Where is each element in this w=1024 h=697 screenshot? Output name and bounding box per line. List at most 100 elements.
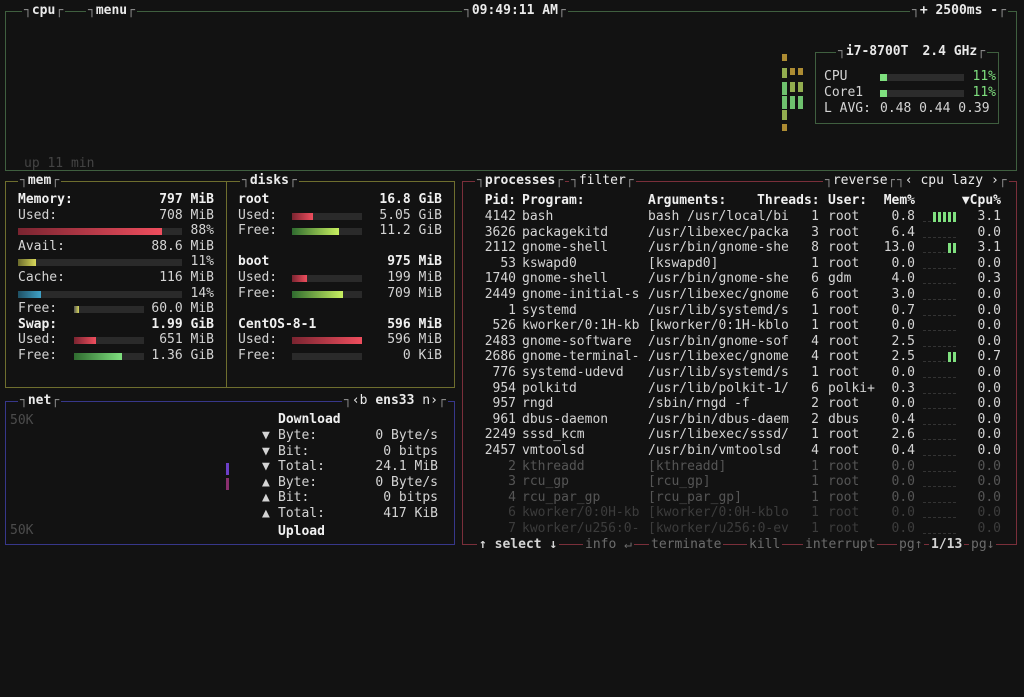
process-row[interactable]: 2686 gnome-terminal- /usr/libexec/gnome 4 ro… [463,349,1018,365]
disk-used-bar-fill [292,275,307,282]
process-row[interactable]: 2 kthreadd [kthreadd] 1 root 0.0 0.0 [463,459,1018,475]
process-cpu-graph-cell [938,252,941,254]
process-cpu-graph-cell [948,501,951,503]
cpu-history-cell [782,110,787,120]
process-row[interactable]: 2112 gnome-shell/usr/bin/gnome-she 8 root 13… [463,240,1018,256]
net-panel-title[interactable]: ┐net┌ [18,394,62,408]
header-arguments[interactable]: Arguments: [648,193,726,209]
interface-next-button[interactable]: n› [422,393,438,408]
info-button[interactable]: info ↵ [583,537,634,553]
process-cpu: 0.0 [977,287,1001,302]
cpu-panel-title[interactable]: ┐cpu┌ [22,4,66,18]
interface-prev-button[interactable]: ‹b [352,393,368,408]
update-interval[interactable]: ┐+ 2500ms -┌ [910,4,1008,18]
process-row[interactable]: 4142 bash bash /usr/local/bi 1 root 0.8 3.1 [463,209,1018,225]
process-cpu-graph-cell [943,236,946,238]
process-row[interactable]: 1740 gnome-shell/usr/bin/gnome-she 6 gdm 4.0… [463,271,1018,287]
process-cpu-graph-cell [923,470,926,472]
process-mem: 2.6 [891,427,915,443]
cpu-info-box: ┐i7-8700T 2.4 GHz┌ CPU 11% Core1 11% L AV… [815,45,999,124]
cpu-history-cell [782,124,787,131]
process-row[interactable]: 2483 gnome-software/usr/bin/gnome-sof 4 roo… [463,334,1018,350]
mem-row-label: Free: [18,301,58,317]
process-row[interactable]: 3 rcu_gp [rcu_gp] 1 root 0.0 0.0 [463,474,1018,490]
process-cpu-graph-cell [938,423,941,425]
net-scale-bottom: 50K [10,523,34,538]
mem-usage-bar [18,259,182,267]
kill-button[interactable]: kill [747,537,783,553]
mem-usage-bar [74,337,144,345]
page-down-button[interactable]: pg↓ [969,537,997,553]
process-row[interactable]: 2249 sssd_kcm/usr/libexec/sssd/1 root 2.6 0.… [463,427,1018,443]
process-cpu-graph [923,427,959,443]
process-row[interactable]: 7 kworker/u256:0- [kworker/u256:0-ev 1 root 0… [463,521,1018,537]
process-cpu-graph-cell [933,236,936,238]
cpu-history-cell [782,82,787,95]
process-row[interactable]: 957 rngd/sbin/rngd -f 2 root 0.0 0.0 [463,396,1018,412]
sort-selector[interactable]: ┐‹ cpu lazy ›┌ [895,174,1009,188]
interrupt-button[interactable]: interrupt [803,537,878,553]
process-cpu: 0.0 [977,489,1001,505]
process-cpu-graph-cell [943,408,946,410]
process-user: root [828,365,860,380]
process-row[interactable]: 53 kswapd0 [kswapd0] 1 root 0.0 0.0 [463,256,1018,272]
mem-panel-title[interactable]: ┐mem┌ [18,174,62,188]
process-mem: 0.0 [891,489,915,505]
process-row[interactable]: 954 polkitd/usr/lib/polkit-1/6 polki+ 0.3 0.… [463,381,1018,397]
processes-panel-title[interactable]: ┐processes┌ [475,174,566,188]
process-cpu: 0.0 [977,302,1001,318]
filter-button[interactable]: ┐filter┌ [569,174,636,188]
process-row[interactable]: 6 kworker/0:0H-kb [kworker/0:0H-kblo 1 root 0… [463,505,1018,521]
header-mem[interactable]: Mem% [867,193,915,209]
process-row[interactable]: 1 systemd/usr/lib/systemd/s 1 root 0.7 0.0 [463,303,1018,319]
process-cpu-graph-cell [928,408,931,410]
cpu-panel: ┐cpu┌ ┐menu┌ ┐09:49:11 AM┌ ┐+ 2500ms -┌ … [5,4,1017,171]
process-cpu-graph-cell [938,212,941,222]
header-cpu[interactable]: ▼Cpu% [959,193,1001,209]
process-pid: 954 [492,380,516,396]
sort-next-button[interactable]: › [991,173,999,188]
process-mem: 0.0 [891,458,915,474]
process-threads: 1 [811,255,819,271]
clock: ┐09:49:11 AM┌ [462,3,568,18]
net-stat-label: Total: [278,459,325,475]
sort-prev-button[interactable]: ‹ [905,173,913,188]
disk-used-label: Used: [238,332,278,348]
process-cpu-graph-cell [923,486,926,488]
process-user: root [828,443,860,458]
process-row[interactable]: 776 systemd-udevd/usr/lib/systemd/s 1 root 0… [463,365,1018,381]
mem-usage-bar [74,306,144,314]
process-cpu-graph-cell [948,243,951,254]
terminate-button[interactable]: terminate [649,537,724,553]
process-program: bash [522,209,554,224]
process-user: root [828,521,860,536]
process-cpu-graph-cell [923,221,926,222]
header-pid[interactable]: Pid: [463,193,516,209]
process-cpu-graph-cell [948,486,951,488]
reverse-button[interactable]: ┐reverse┌ [823,174,898,188]
process-row[interactable]: 2457 vmtoolsd/usr/bin/vmtoolsd 4 root 0.4 0.0 [463,443,1018,459]
interface-selector[interactable]: ┐‹b ens33 n›┌ [342,394,448,408]
header-threads[interactable]: Threads: [757,193,820,209]
header-user[interactable]: User: [828,193,867,209]
cpu-history-cell [782,96,787,109]
process-row[interactable]: 4 rcu_par_gp [rcu_par_gp] 1 root 0.0 0.0 [463,490,1018,506]
select-control[interactable]: ↑ select ↓ [477,537,560,553]
menu-button[interactable]: ┐menu┌ [86,4,137,18]
process-row[interactable]: 3626 packagekitd/usr/libexec/packa 3 root 6.… [463,225,1018,241]
mem-row-value: 797 MiB [159,192,214,207]
net-stat-label: Bit: [278,443,310,459]
process-user: root [828,287,860,302]
process-row[interactable]: 526 kworker/0:1H-kb [kworker/0:1H-kblo 1 roo… [463,318,1018,334]
header-program[interactable]: Program: [522,193,585,209]
process-cpu-graph-cell [933,486,936,488]
disks-panel-title[interactable]: ┐disks┌ [240,174,299,188]
process-mem: 0.0 [891,318,915,334]
disk-free-bar-fill [292,228,339,236]
process-cpu-graph-cell [948,283,951,285]
process-args: [kswapd0] [648,255,719,271]
process-row[interactable]: 2449 gnome-initial-s/usr/libexec/gnome 6 ro… [463,287,1018,303]
process-row[interactable]: 961 dbus-daemon/usr/bin/dbus-daem 2 dbus 0.4… [463,412,1018,428]
page-up-button[interactable]: pg↑ [897,537,925,553]
process-cpu: 0.0 [977,255,1001,271]
